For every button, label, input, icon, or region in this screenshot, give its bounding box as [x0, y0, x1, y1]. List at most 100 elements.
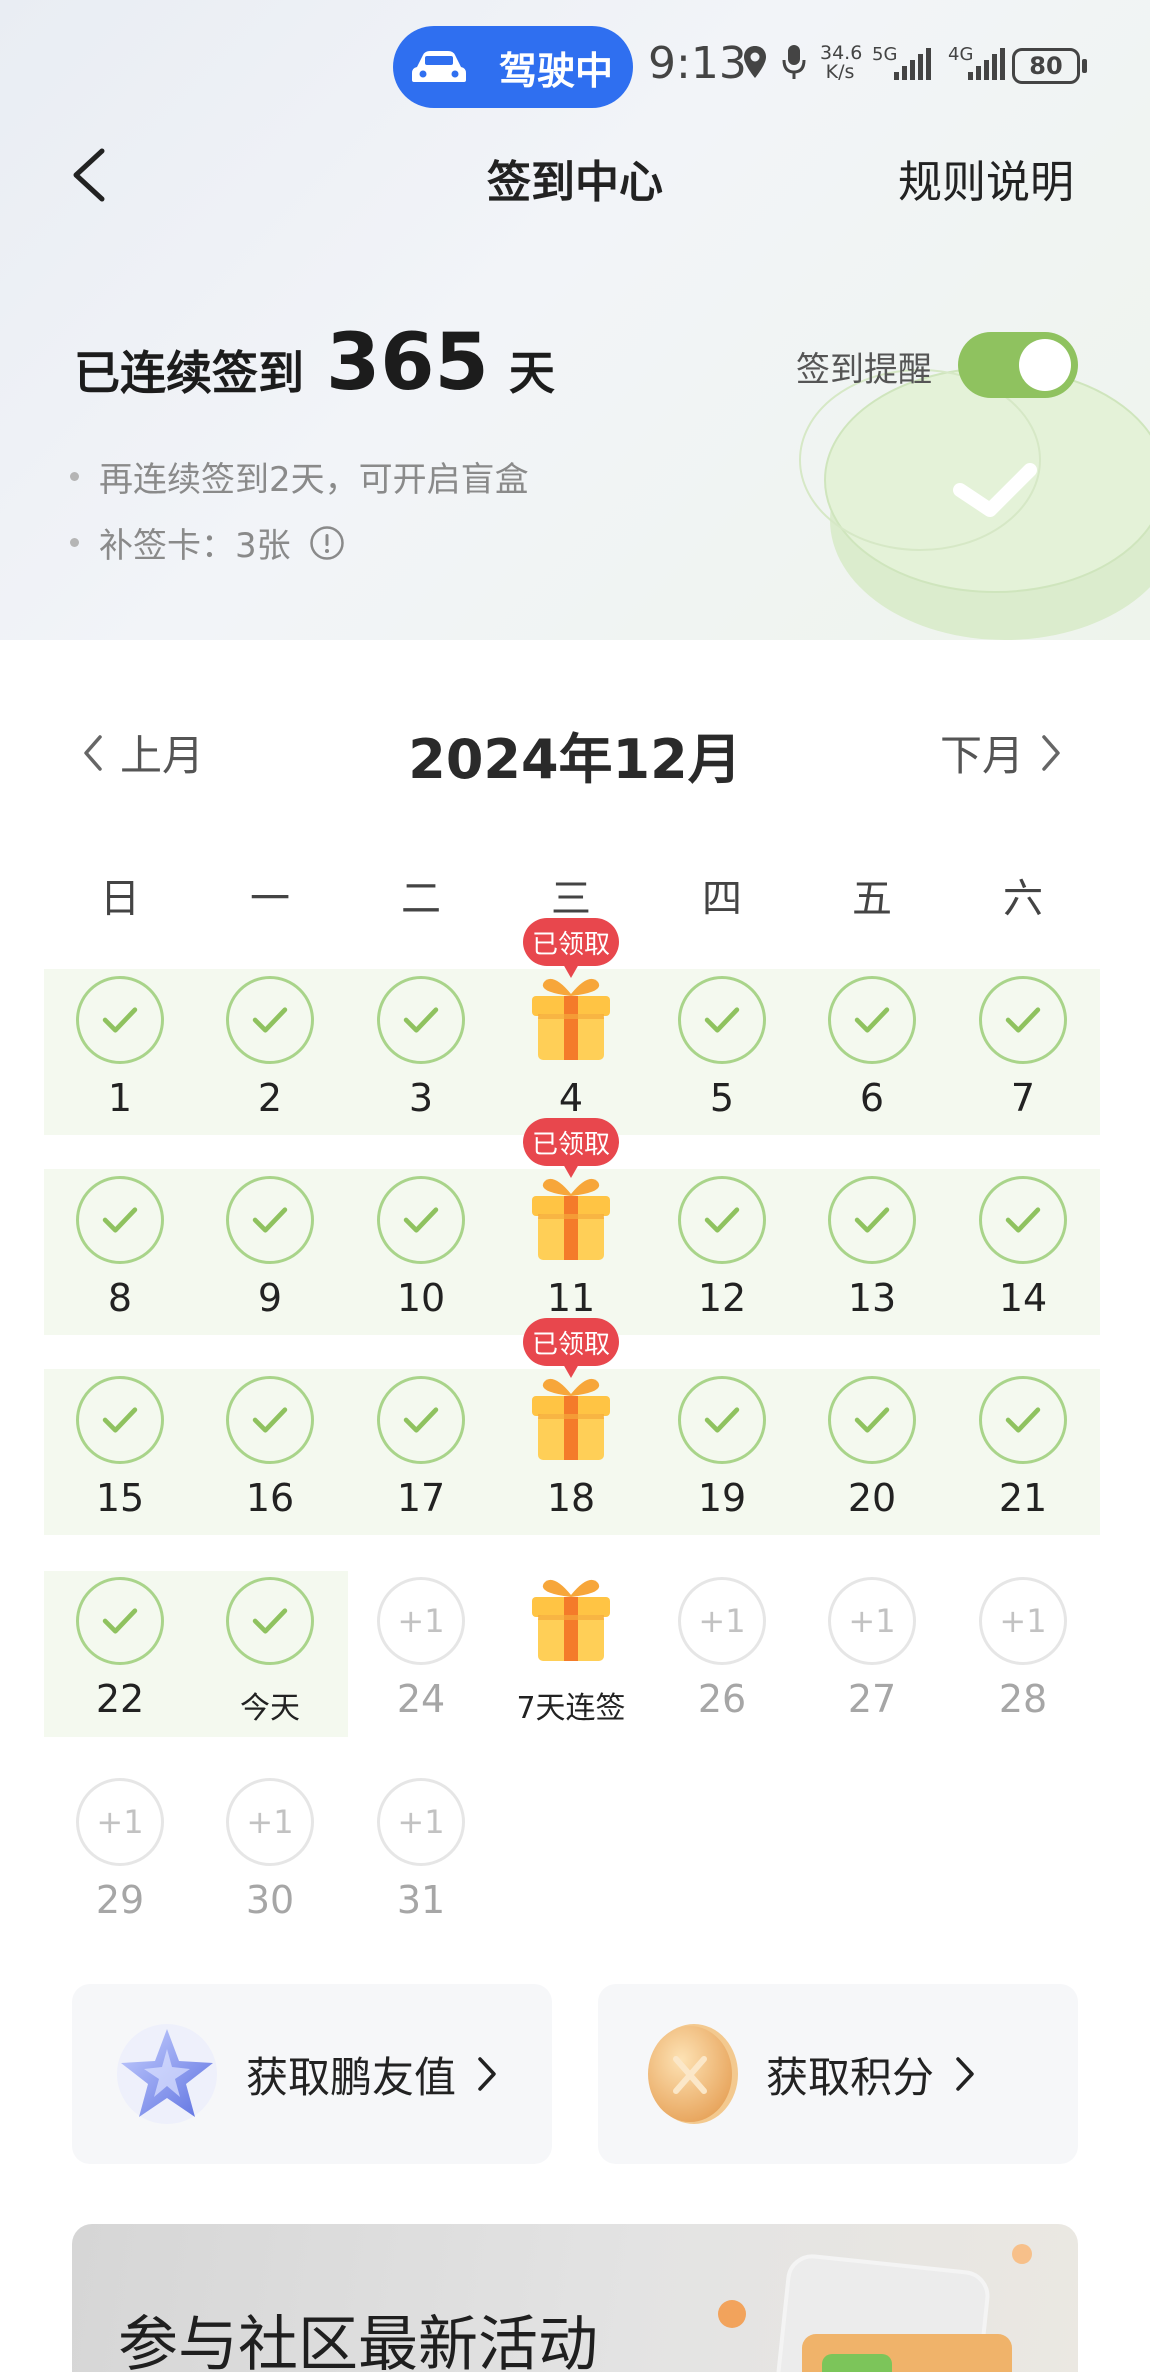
future-day-circle: +1: [828, 1577, 916, 1665]
future-day-circle: +1: [377, 1577, 465, 1665]
check-icon: [102, 1608, 138, 1634]
calendar-day-number: 27: [847, 1677, 897, 1721]
chevron-right-icon: [478, 2057, 496, 2091]
activity-banner[interactable]: 参与社区最新活动: [72, 2224, 1078, 2372]
calendar-day-number: 2: [257, 1076, 283, 1120]
check-icon: [252, 1007, 288, 1033]
info-icon[interactable]: [309, 525, 345, 561]
signed-day-circle: [76, 1376, 164, 1464]
get-points-card[interactable]: 获取积分: [598, 1984, 1078, 2164]
bullet-dot: [70, 538, 79, 547]
location-icon: [744, 46, 766, 78]
chevron-right-icon: [1042, 734, 1060, 771]
calendar-day-number: 22: [95, 1677, 145, 1721]
reminder-label: 签到提醒: [796, 350, 932, 390]
check-icon: [252, 1207, 288, 1233]
next-month-button[interactable]: 下月: [940, 722, 1064, 783]
check-icon: [102, 1207, 138, 1233]
calendar-day-number: 17: [396, 1476, 446, 1520]
calendar-day-number: 29: [95, 1878, 145, 1922]
calendar-day-number: 7: [1010, 1076, 1036, 1120]
driving-mode-pill[interactable]: 驾驶中: [393, 26, 633, 108]
rules-link[interactable]: 规则说明: [898, 146, 1074, 210]
weekday-fri: 五: [852, 876, 892, 922]
calendar-day-number: 26: [697, 1677, 747, 1721]
network-speed: 34.6 K/s: [820, 44, 862, 83]
network-speed-unit: K/s: [825, 61, 855, 83]
signal-4g-icon: [968, 48, 1005, 80]
check-icon: [704, 1007, 740, 1033]
signed-day-circle: [226, 1577, 314, 1665]
check-coin-decoration-icon: [799, 367, 1150, 640]
claimed-badge: 已领取: [523, 1118, 619, 1178]
gift-icon: [532, 978, 610, 1060]
calendar-day-number: 3: [408, 1076, 434, 1120]
calendar-day-number: 9: [257, 1276, 283, 1320]
signed-day-circle: [979, 1176, 1067, 1264]
activity-card-illustration-icon: [718, 2244, 1032, 2372]
calendar-day-number: 10: [396, 1276, 446, 1320]
check-icon: [403, 1407, 439, 1433]
check-icon: [252, 1608, 288, 1634]
coin-icon: [648, 2024, 738, 2124]
weekday-thu: 四: [702, 876, 742, 922]
calendar-day-number: 15: [95, 1476, 145, 1520]
streak-days: 365: [326, 318, 489, 408]
activity-banner-title: 参与社区最新活动: [118, 2310, 598, 2372]
check-icon: [102, 1007, 138, 1033]
signal-5g-icon: [894, 48, 931, 80]
signed-day-circle: [828, 1176, 916, 1264]
get-friend-value-card[interactable]: 获取鹏友值: [72, 1984, 552, 2164]
future-day-circle: +1: [678, 1577, 766, 1665]
check-icon: [1005, 1407, 1041, 1433]
calendar-day-number: 13: [847, 1276, 897, 1320]
signed-day-circle: [828, 976, 916, 1064]
gift-icon: [532, 1378, 610, 1460]
calendar-day-number: 11: [546, 1276, 596, 1320]
calendar-day-number: 6: [859, 1076, 885, 1120]
check-icon: [1005, 1007, 1041, 1033]
calendar-day-number: 8: [107, 1276, 133, 1320]
check-icon: [854, 1007, 890, 1033]
calendar-day-number: 5: [709, 1076, 735, 1120]
car-icon: [412, 51, 466, 82]
check-icon: [403, 1207, 439, 1233]
weekday-sat: 六: [1003, 876, 1043, 922]
signed-day-circle: [226, 1376, 314, 1464]
calendar-day-number: 4: [558, 1076, 584, 1120]
calendar-day-number: 20: [847, 1476, 897, 1520]
streak-prefix: 已连续签到: [74, 346, 304, 400]
status-time: 9:13: [648, 38, 747, 89]
signed-day-circle: [828, 1376, 916, 1464]
microphone-icon: [782, 45, 806, 79]
future-day-circle: +1: [979, 1577, 1067, 1665]
check-icon: [403, 1007, 439, 1033]
check-icon: [854, 1407, 890, 1433]
reminder-toggle[interactable]: [958, 332, 1078, 398]
bullet-dot: [70, 472, 79, 481]
future-day-circle: +1: [76, 1778, 164, 1866]
calendar-day-number: 今天: [240, 1691, 300, 1726]
signed-day-circle: [226, 1176, 314, 1264]
tip-blind-box: 再连续签到2天，可开启盲盒: [70, 452, 529, 501]
weekday-wed: 三: [551, 876, 591, 922]
weekday-mon: 一: [250, 876, 290, 922]
tip-makeup-card-text: 补签卡：3张: [99, 526, 291, 566]
driving-mode-label: 驾驶中: [499, 48, 614, 93]
next-month-label: 下月: [940, 731, 1025, 780]
signed-day-circle: [76, 1577, 164, 1665]
calendar-day-number: 19: [697, 1476, 747, 1520]
toggle-knob: [1019, 339, 1071, 391]
signed-day-circle: [678, 1176, 766, 1264]
signed-day-circle: [979, 1376, 1067, 1464]
signed-day-circle: [377, 976, 465, 1064]
claimed-badge: 已领取: [523, 1318, 619, 1378]
check-icon: [252, 1407, 288, 1433]
signed-day-circle: [76, 1176, 164, 1264]
get-friend-value-label: 获取鹏友值: [246, 2052, 457, 2102]
calendar-day-number: 31: [396, 1878, 446, 1922]
battery-level: 80: [1029, 52, 1063, 80]
check-icon: [704, 1407, 740, 1433]
signed-day-circle: [678, 976, 766, 1064]
calendar-day-number: 21: [998, 1476, 1048, 1520]
